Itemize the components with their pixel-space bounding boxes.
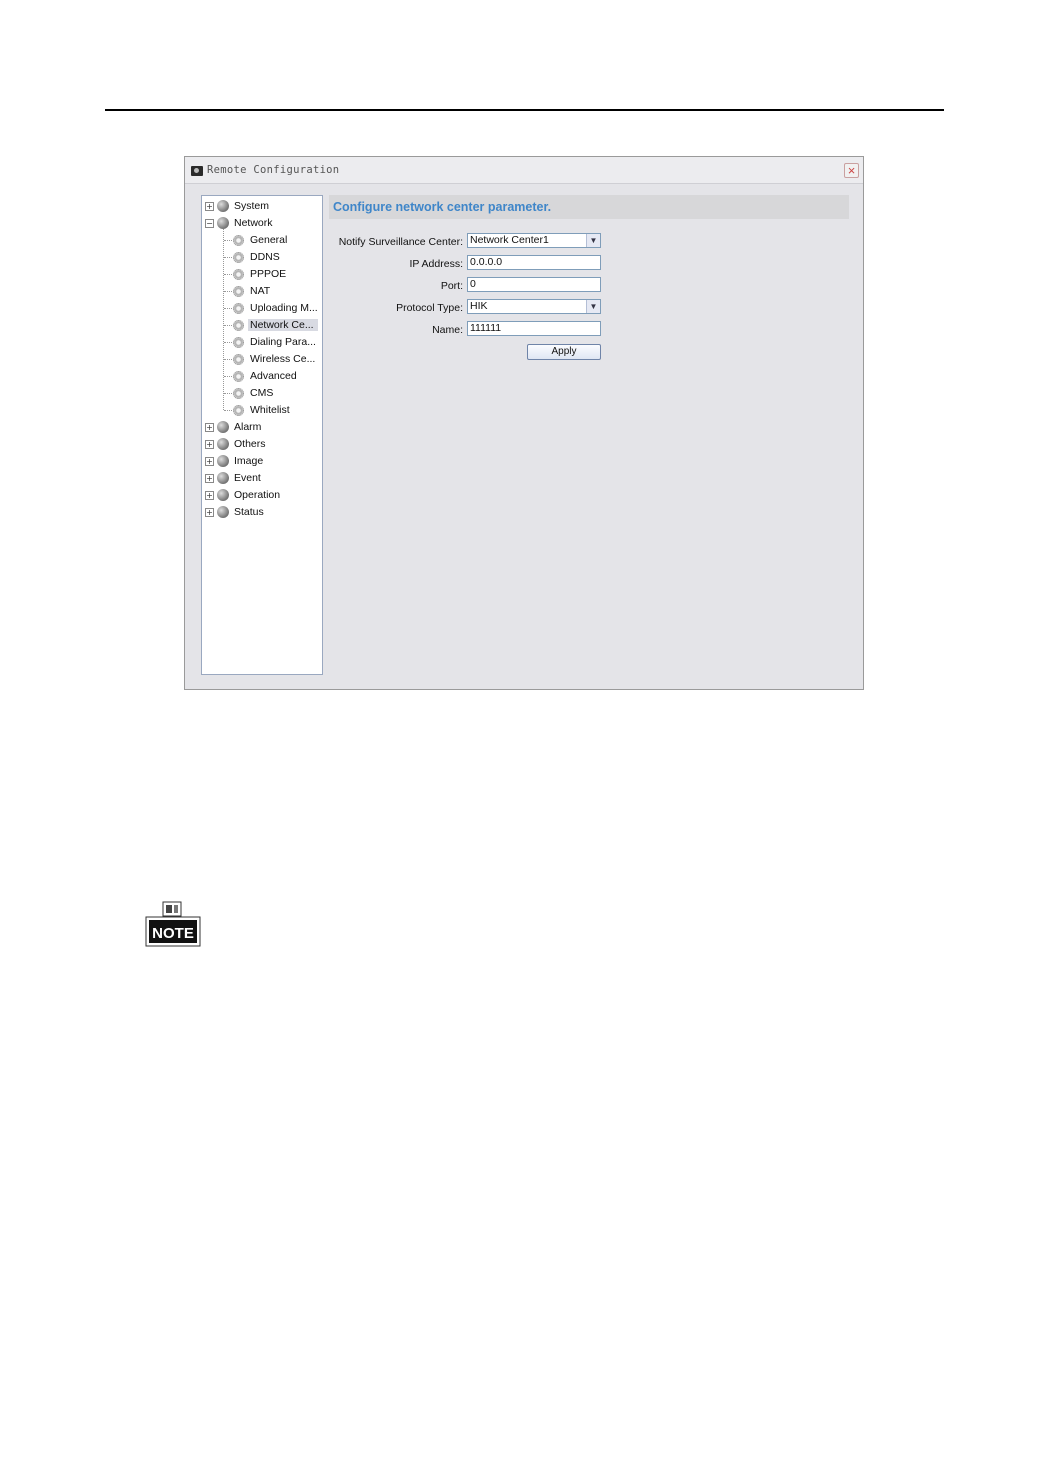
name-input[interactable]: 111111	[467, 321, 601, 336]
tree-branch-line	[224, 256, 232, 258]
expand-icon[interactable]: +	[205, 490, 214, 500]
apply-button[interactable]: Apply	[527, 344, 601, 360]
tree-item-network[interactable]: − Network	[205, 215, 273, 231]
chevron-down-icon[interactable]: ▼	[586, 300, 600, 313]
remote-configuration-window: Remote Configuration × + System − Network Ge…	[184, 156, 864, 690]
expand-icon[interactable]: +	[205, 439, 214, 449]
tree-item-others[interactable]: + Others	[205, 436, 266, 452]
protocol-type-select[interactable]: HIK ▼	[467, 299, 601, 314]
gear-icon	[233, 336, 244, 348]
tree-item-label: Network	[234, 217, 273, 229]
gear-icon	[233, 319, 244, 331]
note-label: NOTE	[152, 925, 194, 942]
tree-item-image[interactable]: + Image	[205, 453, 263, 469]
tree-branch-line	[224, 307, 232, 309]
protocol-type-value: HIK	[470, 300, 488, 312]
globe-icon	[217, 421, 229, 433]
window-title: Remote Configuration	[207, 164, 340, 176]
globe-icon	[217, 217, 229, 229]
tree-item-dialing-para[interactable]: Dialing Para...	[224, 334, 316, 350]
gear-icon	[233, 285, 244, 297]
tree-branch-line	[224, 409, 232, 411]
tree-branch-line	[224, 324, 232, 326]
expand-icon[interactable]: +	[205, 507, 214, 517]
tree-item-label: Dialing Para...	[250, 336, 316, 348]
collapse-icon[interactable]: −	[205, 218, 214, 228]
ip-address-label: IP Address:	[409, 258, 463, 270]
tree-item-label: Event	[234, 472, 261, 484]
note-icon: NOTE	[145, 901, 201, 947]
globe-icon	[217, 506, 229, 518]
gear-icon	[233, 302, 244, 314]
close-button[interactable]: ×	[844, 163, 859, 178]
globe-icon	[217, 200, 229, 212]
expand-icon[interactable]: +	[205, 422, 214, 432]
tree-branch-line	[224, 341, 232, 343]
tree-item-event[interactable]: + Event	[205, 470, 261, 486]
expand-icon[interactable]: +	[205, 473, 214, 483]
tree-item-wireless-ce[interactable]: Wireless Ce...	[224, 351, 315, 367]
panel-header: Configure network center parameter.	[329, 195, 849, 219]
tree-item-operation[interactable]: + Operation	[205, 487, 280, 503]
port-label: Port:	[440, 280, 463, 292]
notify-surveillance-center-value: Network Center1	[470, 234, 549, 246]
tree-branch-line	[224, 290, 232, 292]
tree-item-system[interactable]: + System	[205, 198, 269, 214]
globe-icon	[217, 472, 229, 484]
tree-item-label: System	[234, 200, 270, 212]
gear-icon	[233, 387, 244, 399]
gear-icon	[233, 234, 244, 246]
tree-branch-line	[224, 375, 232, 377]
gear-icon	[233, 370, 244, 382]
globe-icon	[217, 438, 229, 450]
tree-item-label: CMS	[250, 387, 274, 399]
notify-surveillance-center-label: Notify Surveillance Center:	[338, 236, 463, 248]
tree-item-label: Alarm	[234, 421, 262, 433]
name-label: Name:	[432, 324, 463, 336]
protocol-type-label: Protocol Type:	[396, 302, 463, 314]
ip-address-input[interactable]: 0.0.0.0	[467, 255, 601, 270]
tree-item-label: Wireless Ce...	[250, 353, 316, 365]
gear-icon	[233, 353, 244, 365]
tree-item-label: Image	[234, 455, 264, 467]
page-header-rule	[105, 109, 944, 111]
tree-item-status[interactable]: + Status	[205, 504, 264, 520]
title-bar: Remote Configuration ×	[185, 157, 863, 184]
tree-item-label: Operation	[234, 489, 281, 501]
expand-icon[interactable]: +	[205, 456, 214, 466]
tree-branch-line	[224, 358, 232, 360]
tree-item-label: Advanced	[250, 370, 297, 382]
tree-item-cms[interactable]: CMS	[224, 385, 273, 401]
tree-branch-line	[224, 273, 232, 275]
tree-item-label: Others	[234, 438, 266, 450]
globe-icon	[217, 455, 229, 467]
camera-app-icon	[191, 166, 203, 176]
chevron-down-icon[interactable]: ▼	[586, 234, 600, 247]
tree-item-whitelist[interactable]: Whitelist	[224, 402, 290, 418]
port-input[interactable]: 0	[467, 277, 601, 292]
notify-surveillance-center-select[interactable]: Network Center1 ▼	[467, 233, 601, 248]
tree-item-label: Whitelist	[250, 404, 290, 416]
gear-icon	[233, 251, 244, 263]
tree-item-advanced[interactable]: Advanced	[224, 368, 297, 384]
tree-branch-line	[224, 392, 232, 394]
tree-item-alarm[interactable]: + Alarm	[205, 419, 261, 435]
tree-branch-line	[224, 239, 232, 241]
gear-icon	[233, 268, 244, 280]
expand-icon[interactable]: +	[205, 201, 214, 211]
panel-title: Configure network center parameter.	[333, 200, 552, 214]
gear-icon	[233, 404, 244, 416]
globe-icon	[217, 489, 229, 501]
tree-item-label: Status	[234, 506, 264, 518]
